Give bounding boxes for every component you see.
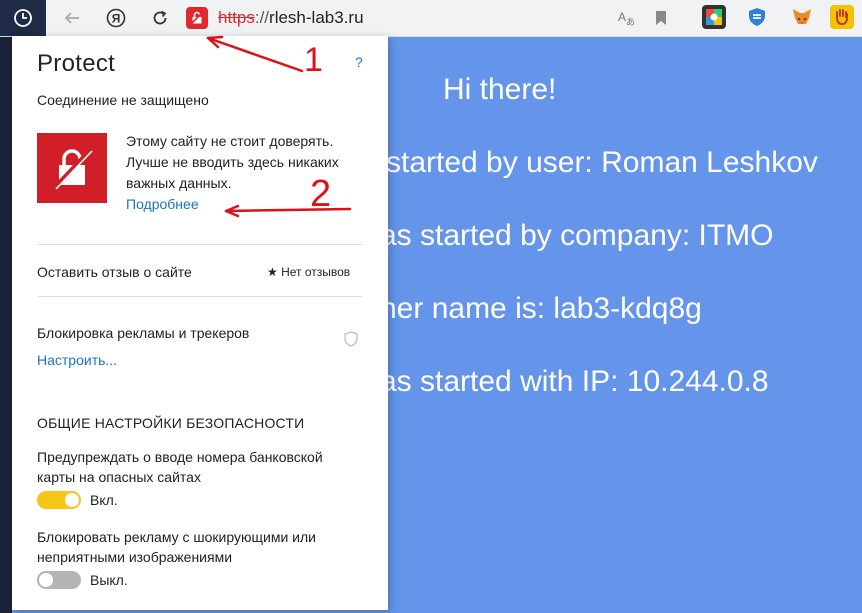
address-bar[interactable]: https://rlesh-lab3.ru [186,4,586,32]
warning-text: Этому сайту не стоит доверять. Лучше не … [126,133,339,191]
divider [37,296,363,297]
yandex-button[interactable]: Я [104,6,128,30]
shield-icon [344,331,358,347]
more-details-link[interactable]: Подробнее [126,196,199,212]
sidebar-strip [0,36,12,613]
extension-hand[interactable] [830,5,854,29]
colorful-extension-icon [706,9,722,25]
page-line-company: as started by company: ITMO [380,219,774,252]
bookmark-icon [656,11,666,25]
card-warning-option-label: Предупреждать о вводе номера банковской … [37,449,323,485]
back-arrow-icon [64,12,79,24]
svg-text:あ: あ [626,17,635,27]
svg-text:Я: Я [112,12,121,26]
site-security-button[interactable] [186,7,208,29]
reload-button[interactable] [148,6,172,30]
yandex-icon: Я [106,8,126,28]
divider [37,244,363,245]
security-section-heading: ОБЩИЕ НАСТРОЙКИ БЕЗОПАСНОСТИ [37,415,305,431]
translate-button[interactable]: A あ [614,6,638,30]
reload-icon [153,10,167,25]
back-button[interactable] [60,6,84,30]
popup-title: Protect [37,50,116,77]
url-scheme: https [218,8,255,27]
extension-shield[interactable] [745,5,769,29]
feedback-count: ★ Нет отзывов [267,265,351,279]
broken-lock-icon [190,11,204,25]
page-greeting: Hi there! [443,73,557,106]
hand-extension-icon [836,9,848,26]
bookmark-button[interactable] [649,6,673,30]
page-line-ip: as started with IP: 10.244.0.8 [380,365,769,398]
connection-status: Соединение не защищено [37,92,209,108]
url-host: rlesh-lab3.ru [269,8,364,27]
adblock-label: Блокировка рекламы и трекеров [37,325,250,341]
browser-toolbar: Я https://rlesh-lab3.ru A あ [0,0,862,37]
shock-ads-option-label: Блокировать рекламу с шокирующими или не… [37,529,316,565]
protect-popup: Protect ? Соединение не защищено Этому с… [12,36,388,610]
svg-text:A: A [618,10,626,24]
url-separator: :// [254,8,270,27]
help-link[interactable]: ? [355,54,363,70]
page-line-container: ner name is: lab3-kdq8g [380,292,702,325]
shock-ads-state: Выкл. [90,572,128,588]
toggle-knob [39,573,53,587]
blue-shield-extension-icon [749,8,765,26]
history-button[interactable] [0,0,46,36]
broken-lock-icon [52,148,93,190]
extension-metamask[interactable] [790,5,814,29]
warning-icon-box [37,133,107,203]
card-warning-toggle[interactable] [37,491,81,509]
metamask-fox-icon [793,9,811,24]
clock-icon [14,9,32,27]
card-warning-state: Вкл. [90,492,118,508]
toggle-knob [65,493,79,507]
translate-icon: A あ [618,10,635,27]
leave-feedback-link[interactable]: Оставить отзыв о сайте [37,264,192,280]
extension-colorful[interactable] [702,5,726,29]
page-line-user: started by user: Roman Leshkov [386,146,818,179]
adblock-configure-link[interactable]: Настроить... [37,352,117,368]
shock-ads-toggle[interactable] [37,571,81,589]
